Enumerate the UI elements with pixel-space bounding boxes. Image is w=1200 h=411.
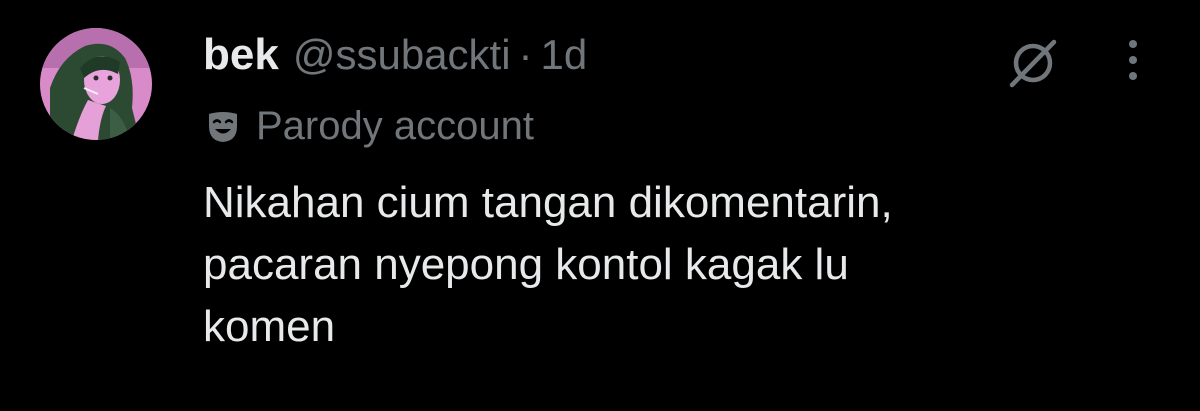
tweet: bek @ssubackti · 1d Parody account Nikah… [0, 0, 1200, 411]
parody-mask-icon [209, 111, 237, 142]
parody-label: Parody account [256, 104, 534, 148]
parody-badge: Parody account [206, 104, 534, 149]
author-handle[interactable]: @ssubackti [293, 31, 511, 79]
separator-dot: · [518, 31, 533, 78]
avatar[interactable] [40, 28, 152, 140]
more-vertical-icon[interactable] [1118, 38, 1148, 82]
tweet-header: bek @ssubackti · 1d [203, 30, 587, 90]
tweet-text: Nikahan cium tangan dikomentarin, pacara… [203, 178, 893, 351]
tweet-time[interactable]: 1d [541, 31, 588, 79]
author-name[interactable]: bek [203, 30, 279, 80]
avatar-image [40, 28, 152, 140]
grok-icon[interactable] [1006, 36, 1060, 90]
